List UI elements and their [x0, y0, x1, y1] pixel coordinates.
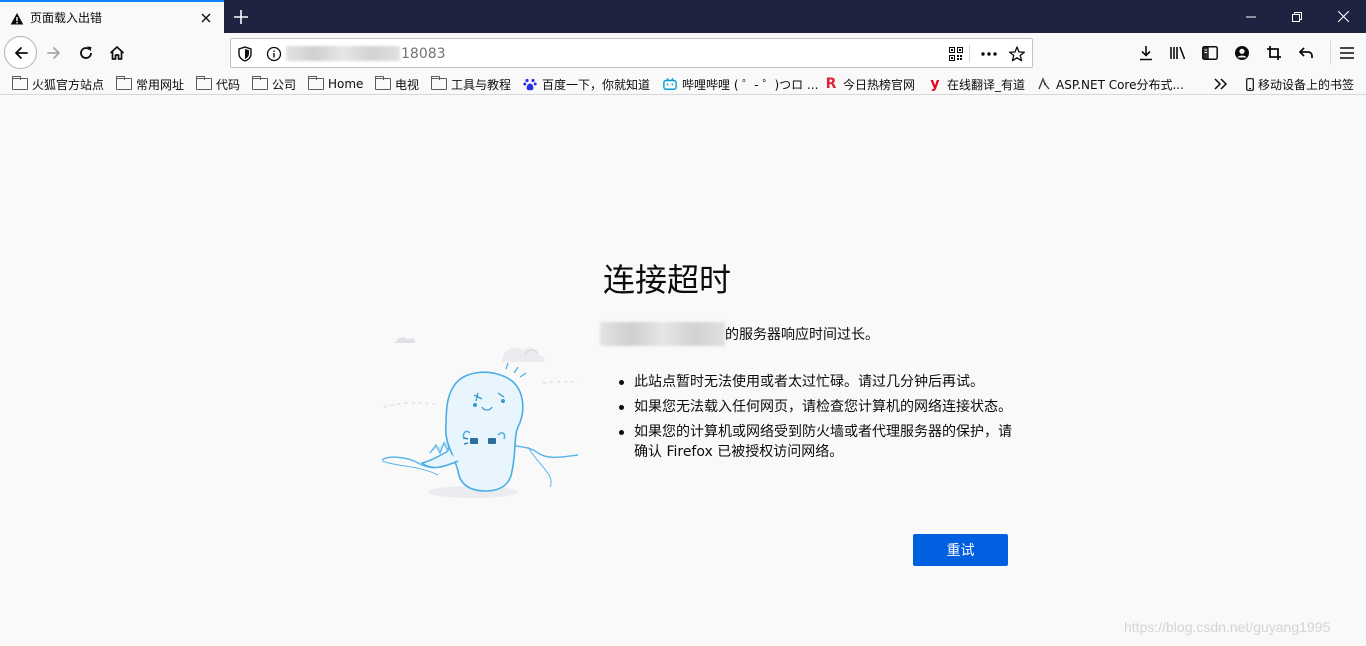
bookmark-label: 电视	[395, 77, 420, 92]
tophub-r-icon: R	[825, 76, 837, 92]
error-tip: 如果您的计算机或网络受到防火墙或者代理服务器的保护，请确认 Firefox 已被…	[617, 422, 1017, 462]
redacted-host	[286, 46, 400, 61]
error-title: 连接超时	[603, 261, 732, 299]
bookmark-youdao[interactable]: y 在线翻译_有道	[928, 75, 1025, 93]
sidebar-icon[interactable]	[1198, 41, 1222, 65]
page-actions-icon[interactable]	[979, 44, 999, 64]
bookmark-bilibili[interactable]: 哔哩哔哩 ( ゜- ゜)つロ ...	[663, 75, 818, 93]
tab-title: 页面载入出错	[30, 11, 103, 25]
bookmark-folder-home[interactable]: Home	[308, 75, 363, 93]
restore-icon[interactable]	[1274, 0, 1320, 33]
bookmark-label: 今日热榜官网	[843, 77, 916, 92]
url-bar[interactable]: 18083	[230, 38, 1033, 68]
minimize-icon[interactable]	[1228, 0, 1274, 33]
bookmark-folder-code[interactable]: 代码	[196, 75, 240, 93]
bookmark-label: Home	[328, 77, 364, 91]
retry-button[interactable]: 重试	[913, 534, 1008, 566]
aspnet-link-icon	[1037, 77, 1051, 91]
folder-icon	[375, 76, 391, 90]
home-button[interactable]	[101, 37, 133, 69]
bookmark-label: 哔哩哔哩 ( ゜- ゜)つロ ...	[682, 77, 819, 92]
undo-arrow-icon[interactable]	[1294, 41, 1318, 65]
close-window-icon[interactable]	[1320, 0, 1366, 33]
new-tab-button[interactable]	[228, 4, 254, 30]
url-text: 18083	[401, 46, 446, 62]
site-info-icon[interactable]	[265, 45, 283, 63]
library-icon[interactable]	[1166, 41, 1190, 65]
mobile-device-icon	[1245, 77, 1255, 91]
close-tab-icon[interactable]	[194, 6, 218, 30]
reload-button[interactable]	[70, 37, 102, 69]
folder-icon	[308, 76, 324, 90]
bookmark-star-icon[interactable]	[1007, 44, 1027, 64]
error-description: 的服务器响应时间过长。	[725, 327, 879, 343]
bookmark-label: 代码	[216, 77, 241, 92]
chevron-double-right-icon	[1214, 78, 1228, 90]
tab-bar: 页面载入出错	[0, 0, 1366, 33]
bookmark-folder-tv[interactable]: 电视	[375, 75, 419, 93]
home-icon	[109, 46, 125, 60]
bookmark-aspnet[interactable]: ASP.NET Core分布式...	[1037, 75, 1184, 93]
error-dinosaur-illustration	[378, 335, 583, 505]
navigation-toolbar: 18083	[0, 33, 1366, 73]
bookmark-label: 移动设备上的书签	[1258, 77, 1355, 92]
folder-icon	[196, 76, 212, 90]
bilibili-tv-icon	[663, 77, 677, 91]
bookmark-label: 常用网址	[136, 77, 185, 92]
reload-icon	[80, 46, 92, 59]
error-tips-list: 此站点暂时无法使用或者太过忙碌。请过几分钟后再试。 如果您无法载入任何网页，请检…	[617, 372, 1017, 467]
bookmark-label: 火狐官方站点	[32, 77, 105, 92]
bookmark-folder-firefox[interactable]: 火狐官方站点	[12, 75, 104, 93]
bookmark-folder-common[interactable]: 常用网址	[116, 75, 184, 93]
baidu-paw-icon	[523, 77, 537, 91]
error-tip: 此站点暂时无法使用或者太过忙碌。请过几分钟后再试。	[617, 372, 1017, 392]
toolbar-separator	[1330, 41, 1331, 65]
bookmark-mobile[interactable]: 移动设备上的书签	[1245, 75, 1354, 93]
youdao-icon: y	[930, 76, 940, 92]
bookmark-folder-tools[interactable]: 工具与教程	[431, 75, 511, 93]
bookmark-label: 百度一下，你就知道	[542, 77, 651, 92]
menu-hamburger-icon[interactable]	[1335, 41, 1359, 65]
downloads-icon[interactable]	[1134, 41, 1158, 65]
bookmark-folder-company[interactable]: 公司	[252, 75, 296, 93]
bookmark-label: 在线翻译_有道	[947, 77, 1026, 92]
bookmark-baidu[interactable]: 百度一下，你就知道	[523, 75, 650, 93]
bookmark-label: ASP.NET Core分布式...	[1056, 77, 1184, 92]
folder-icon	[116, 76, 132, 90]
tracking-protection-shield-icon[interactable]	[236, 45, 254, 63]
folder-icon	[12, 76, 28, 90]
account-icon[interactable]	[1230, 41, 1254, 65]
back-button[interactable]	[4, 36, 37, 69]
bookmark-label: 公司	[272, 77, 297, 92]
qr-code-icon[interactable]	[946, 44, 966, 64]
bookmark-tophub[interactable]: R 今日热榜官网	[824, 75, 915, 93]
bookmark-label: 工具与教程	[451, 77, 512, 92]
bookmarks-overflow-button[interactable]	[1214, 75, 1228, 93]
bookmarks-toolbar: 火狐官方站点 常用网址 代码 公司 Home 电视 工具与教程 百度一下，你就知…	[0, 73, 1366, 95]
folder-icon	[252, 76, 268, 90]
url-separator	[969, 45, 970, 63]
watermark-text: https://blog.csdn.net/guyang1995	[1124, 619, 1331, 635]
warning-icon	[10, 11, 24, 25]
redacted-hostname	[600, 322, 725, 346]
tab-current[interactable]: 页面载入出错	[0, 0, 224, 33]
arrow-right-icon	[47, 47, 60, 59]
arrow-left-icon	[14, 46, 28, 59]
folder-icon	[431, 76, 447, 90]
forward-button[interactable]	[38, 37, 70, 69]
error-tip: 如果您无法载入任何网页，请检查您计算机的网络连接状态。	[617, 397, 1017, 417]
screenshot-crop-icon[interactable]	[1262, 41, 1286, 65]
